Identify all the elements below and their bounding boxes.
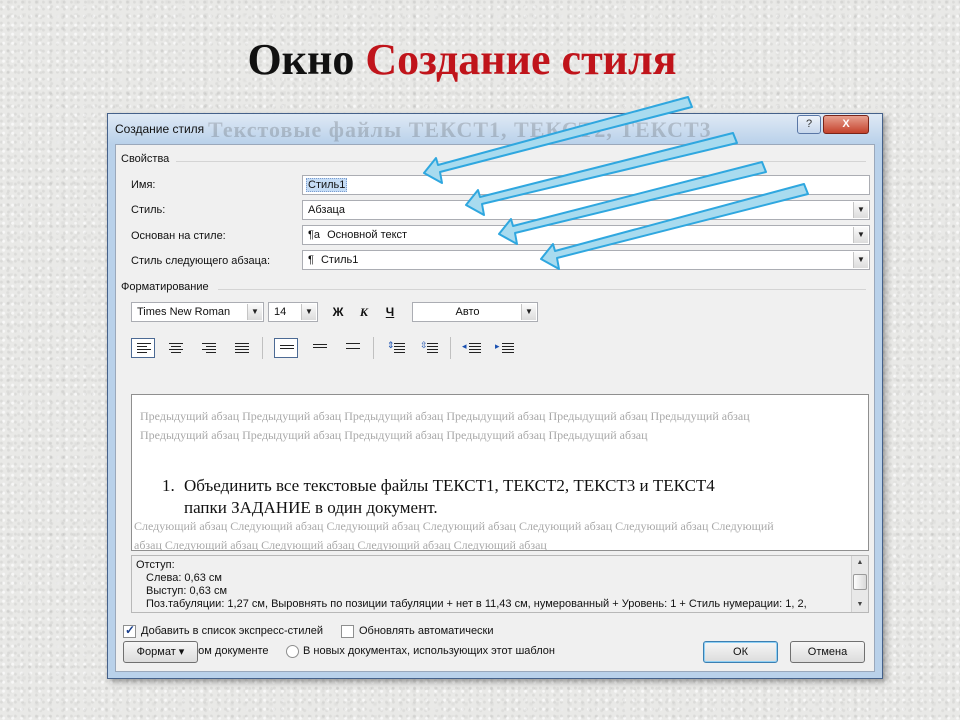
increase-indent-icon[interactable]: ▸	[493, 338, 517, 358]
paragraph-style-icon: ¶	[308, 254, 314, 266]
font-size-select[interactable]: 14 ▼	[268, 302, 318, 322]
dialog-titlebar[interactable]: Создание стиля Текстовые файлы ТЕКСТ1, Т…	[108, 114, 882, 144]
font-color-value: Авто	[455, 306, 480, 318]
properties-group-label: Свойства	[121, 153, 174, 165]
auto-update-checkbox[interactable]	[341, 625, 354, 638]
close-button[interactable]: X	[823, 115, 869, 134]
scroll-up-icon[interactable]: ▲	[852, 556, 868, 570]
font-select[interactable]: Times New Roman ▼	[131, 302, 264, 322]
chevron-down-icon[interactable]: ▼	[853, 252, 868, 268]
style-description: Отступ: Слева: 0,63 см Выступ: 0,63 см П…	[131, 555, 869, 613]
description-scrollbar[interactable]: ▲ ▼	[851, 556, 868, 612]
font-value: Times New Roman	[137, 306, 231, 318]
format-button[interactable]: Формат ▾	[123, 641, 198, 663]
align-left-icon[interactable]	[131, 338, 155, 358]
add-quick-styles-checkbox[interactable]	[123, 623, 136, 638]
dialog-client: Свойства Имя: Стиль1 Стиль: Абзаца ▼ Осн…	[115, 144, 875, 672]
toolbar-separator	[373, 337, 374, 359]
description-line: Слева: 0,63 см	[146, 572, 222, 584]
name-label: Имя:	[131, 179, 156, 191]
chevron-down-icon[interactable]: ▼	[301, 304, 316, 320]
name-input-value: Стиль1	[306, 178, 348, 192]
single-spacing-icon[interactable]	[274, 338, 298, 358]
paragraph-char-style-icon: ¶a	[308, 229, 321, 241]
name-input[interactable]: Стиль1	[302, 175, 870, 195]
create-style-dialog: Создание стиля Текстовые файлы ТЕКСТ1, Т…	[107, 113, 883, 679]
font-color-select[interactable]: Авто ▼	[412, 302, 538, 322]
description-line: Отступ:	[136, 559, 175, 571]
preview-previous-paragraph: Предыдущий абзац Предыдущий абзац Предыд…	[140, 409, 750, 442]
new-documents-radio[interactable]	[286, 645, 299, 658]
style-type-value: Абзаца	[308, 204, 345, 216]
next-style-value: Стиль1	[320, 254, 359, 266]
ok-button[interactable]: ОК	[703, 641, 778, 663]
font-size-value: 14	[274, 306, 287, 318]
next-style-select[interactable]: ¶ Стиль1 ▼	[302, 250, 870, 270]
double-spacing-icon[interactable]	[340, 338, 364, 358]
slide-title-highlight: Создание стиля	[365, 35, 677, 84]
new-documents-label: В новых документах, использующих этот ша…	[303, 645, 555, 657]
description-line: Поз.табуляции: 1,27 см, Выровнять по поз…	[146, 598, 807, 610]
properties-divider	[176, 161, 866, 162]
based-on-select[interactable]: ¶a Основной текст ▼	[302, 225, 870, 245]
decrease-spacing-icon[interactable]: ⇳	[417, 338, 441, 358]
bold-button[interactable]: Ж	[328, 302, 348, 323]
slide-title: Окно Создание стиля	[0, 34, 924, 85]
align-justify-icon[interactable]	[229, 338, 253, 358]
chevron-down-icon[interactable]: ▼	[521, 304, 536, 320]
next-style-label: Стиль следующего абзаца:	[131, 255, 271, 267]
style-type-select[interactable]: Абзаца ▼	[302, 200, 870, 220]
preview-list-number: 1.	[162, 476, 175, 495]
italic-button[interactable]: К	[354, 302, 374, 323]
toolbar-separator	[450, 337, 451, 359]
style-type-label: Стиль:	[131, 204, 166, 216]
decrease-indent-icon[interactable]: ◂	[460, 338, 484, 358]
dialog-title: Создание стиля	[115, 122, 205, 136]
scroll-down-icon[interactable]: ▼	[852, 598, 868, 612]
style-preview: Предыдущий абзац Предыдущий абзац Предыд…	[131, 394, 869, 551]
align-center-icon[interactable]	[163, 338, 187, 358]
dialog-background-text: Текстовые файлы ТЕКСТ1, ТЕКСТ2, ТЕКСТ3	[208, 117, 712, 142]
scroll-thumb[interactable]	[853, 574, 867, 590]
auto-update-label: Обновлять автоматически	[359, 625, 494, 637]
help-button[interactable]: ?	[797, 115, 821, 134]
description-line: Выступ: 0,63 см	[146, 585, 228, 597]
add-quick-styles-label: Добавить в список экспресс-стилей	[141, 625, 324, 637]
slide-title-word: Окно	[247, 35, 355, 84]
underline-button[interactable]: Ч	[380, 302, 400, 323]
one-half-spacing-icon[interactable]	[307, 338, 331, 358]
preview-next-paragraph: Следующий абзац Следующий абзац Следующи…	[134, 519, 774, 551]
chevron-down-icon[interactable]: ▼	[853, 227, 868, 243]
cancel-button[interactable]: Отмена	[790, 641, 865, 663]
formatting-divider	[218, 289, 866, 290]
align-right-icon[interactable]	[196, 338, 220, 358]
chevron-down-icon[interactable]: ▼	[853, 202, 868, 218]
increase-spacing-icon[interactable]: ⇕	[384, 338, 408, 358]
formatting-group-label: Форматирование	[121, 281, 213, 293]
toolbar-separator	[262, 337, 263, 359]
based-on-value: Основной текст	[327, 229, 408, 241]
preview-list-text: Объединить все текстовые файлы ТЕКСТ1, Т…	[184, 476, 715, 517]
based-on-label: Основан на стиле:	[131, 230, 226, 242]
chevron-down-icon[interactable]: ▼	[247, 304, 262, 320]
